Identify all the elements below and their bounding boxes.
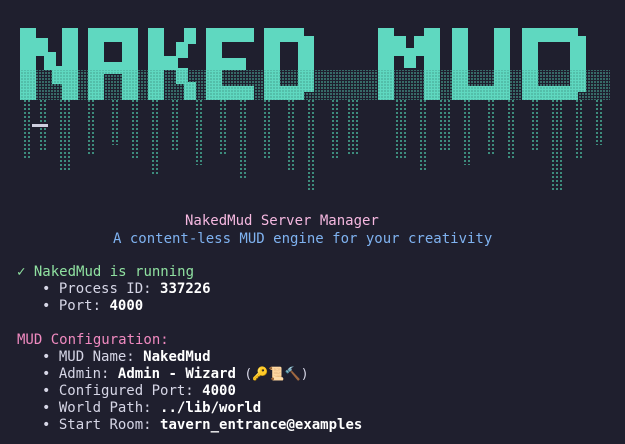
admin-role-icons: (🔑📜🔨) xyxy=(244,367,309,382)
list-item: • Configured Port: 4000 xyxy=(42,382,236,400)
banner-drips xyxy=(22,100,604,190)
process-id-value: 337226 xyxy=(160,281,211,297)
list-item: • World Path: ../lib/world xyxy=(42,399,261,417)
world-path-label: World Path: xyxy=(58,400,152,416)
bullet-icon: • xyxy=(42,366,51,382)
list-item: • Process ID: 337226 xyxy=(42,280,211,298)
bullet-icon: • xyxy=(42,281,51,297)
port-value: 4000 xyxy=(109,298,144,314)
list-item: • Admin: Admin - Wizard (🔑📜🔨) xyxy=(42,365,309,383)
bullet-icon: • xyxy=(42,383,51,399)
terminal-window: NakedMud Server Manager A content-less M… xyxy=(0,0,625,444)
check-icon: ✓ xyxy=(17,264,26,280)
config-heading: MUD Configuration: xyxy=(17,332,169,348)
bullet-icon: • xyxy=(42,417,51,433)
list-item: • Start Room: tavern_entrance@examples xyxy=(42,416,362,434)
naked-mud-ascii-banner xyxy=(20,28,610,190)
configured-port-label: Configured Port: xyxy=(58,383,194,399)
app-title: NakedMud Server Manager xyxy=(185,213,379,229)
start-room-label: Start Room: xyxy=(58,417,152,433)
banner-letter-texture xyxy=(20,70,610,100)
list-item: • Port: 4000 xyxy=(42,297,143,315)
admin-value: Admin - Wizard xyxy=(117,366,236,382)
bullet-icon: • xyxy=(42,349,51,365)
mud-name-label: MUD Name: xyxy=(58,349,135,365)
app-subtitle: A content-less MUD engine for your creat… xyxy=(113,231,493,247)
status-line: ✓ NakedMud is running xyxy=(17,263,194,281)
port-label: Port: xyxy=(58,298,102,314)
list-item: • MUD Name: NakedMud xyxy=(42,348,211,366)
bullet-icon: • xyxy=(42,298,51,314)
admin-label: Admin: xyxy=(58,366,110,382)
bullet-icon: • xyxy=(42,400,51,416)
status-text: NakedMud is running xyxy=(33,264,195,280)
banner-underscore xyxy=(32,124,48,127)
configured-port-value: 4000 xyxy=(202,383,236,399)
start-room-value: tavern_entrance@examples xyxy=(160,417,363,433)
process-id-label: Process ID: xyxy=(58,281,152,297)
world-path-value: ../lib/world xyxy=(160,400,262,416)
mud-name-value: NakedMud xyxy=(143,349,211,365)
